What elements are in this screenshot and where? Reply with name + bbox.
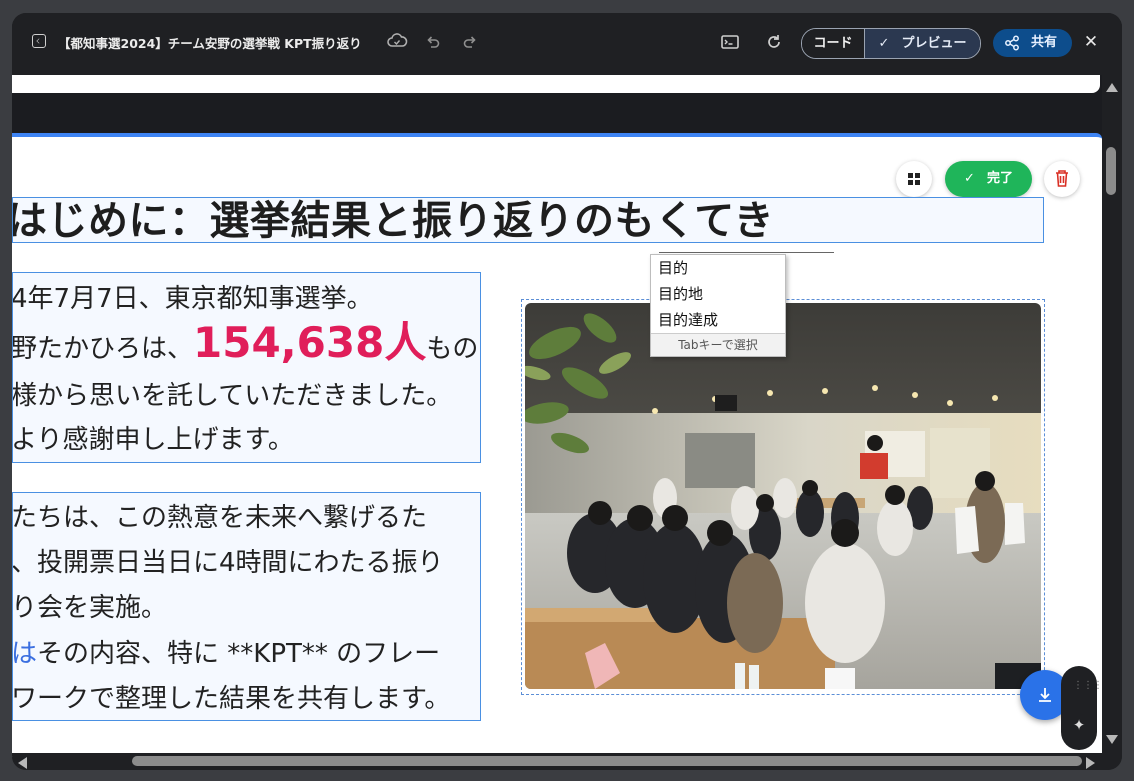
p1-line-4: より感謝申し上げます。 xyxy=(12,425,294,455)
heading-box[interactable]: はじめに：選挙結果と振り返りのもくてき xyxy=(12,197,1044,243)
horizontal-scrollbar[interactable] xyxy=(12,753,1102,770)
autocomplete-option[interactable]: 目的 xyxy=(651,255,785,281)
tab-code[interactable]: コード xyxy=(802,29,864,58)
document-title: 【都知事選2024】チーム安野の選挙戦 KPT振り返り xyxy=(58,36,362,51)
close-icon[interactable]: ✕ xyxy=(1081,30,1101,54)
p2-line-4a: は xyxy=(12,639,38,669)
redo-icon[interactable] xyxy=(459,31,481,53)
p2-line-1: たちは、この熱意を未来へ繋げるた xyxy=(12,503,428,533)
autocomplete-option[interactable]: 目的達成 xyxy=(651,307,785,333)
share-button[interactable]: 共有 xyxy=(993,29,1072,57)
autocomplete-popup: 目的 目的地 目的達成 Tabキーで選択 xyxy=(650,254,786,357)
horizontal-scroll-thumb[interactable] xyxy=(132,756,1082,766)
p2-line-4: はその内容、特に **KPT** のフレー xyxy=(12,637,441,671)
p1-line-1: 4年7月7日、東京都知事選挙。 xyxy=(12,284,373,314)
trash-icon[interactable] xyxy=(1044,161,1080,197)
p2-line-2: 、投開票日当日に4時間にわたる振り xyxy=(12,548,444,578)
scroll-left-icon[interactable] xyxy=(18,757,27,769)
grid-icon[interactable] xyxy=(896,161,932,197)
slide-heading[interactable]: はじめに：選挙結果と振り返りのもくてき xyxy=(13,198,774,242)
cloud-sync-icon[interactable] xyxy=(386,31,408,53)
scroll-up-icon[interactable] xyxy=(1106,83,1118,92)
undo-icon[interactable] xyxy=(422,31,444,53)
p2-line-4b: その内容、特に **KPT** のフレー xyxy=(37,639,441,669)
refresh-icon[interactable] xyxy=(763,31,785,53)
share-icon xyxy=(1005,35,1019,51)
paragraph-box-2[interactable]: たちは、この熱意を未来へ繋げるた 、投開票日当日に4時間にわたる振り り会を実施… xyxy=(12,492,481,721)
p1-line-2: 野たかひろは、154,638人もの xyxy=(12,322,479,366)
drag-handle-icon[interactable]: ⋮⋮⋮ xyxy=(1073,681,1102,691)
slide-page: ✓ 完了 はじめに：選挙結果と振り返りのもくてき 4年7月7日、東京都知事選挙。 … xyxy=(12,133,1102,757)
vertical-scrollbar[interactable] xyxy=(1102,75,1122,770)
app-window: 【都知事選2024】チーム安野の選挙戦 KPT振り返り コード ✓ プレビュー xyxy=(12,13,1122,770)
done-label: 完了 xyxy=(986,171,1013,186)
header-bar: 【都知事選2024】チーム安野の選挙戦 KPT振り返り コード ✓ プレビュー xyxy=(12,13,1122,75)
autocomplete-option[interactable]: 目的地 xyxy=(651,281,785,307)
preview-area: ✓ 完了 はじめに：選挙結果と振り返りのもくてき 4年7月7日、東京都知事選挙。 … xyxy=(12,75,1102,757)
scroll-down-icon[interactable] xyxy=(1106,735,1118,744)
view-toggle: コード ✓ プレビュー xyxy=(801,28,981,59)
vertical-scroll-thumb[interactable] xyxy=(1106,147,1116,195)
previous-slide-edge xyxy=(12,75,1100,93)
scroll-right-icon[interactable] xyxy=(1086,757,1095,769)
text-caret-underline xyxy=(659,252,834,253)
p1-line-2a: 野たかひろは、 xyxy=(12,334,194,364)
paragraph-box-1[interactable]: 4年7月7日、東京都知事選挙。 野たかひろは、154,638人もの 様から思いを… xyxy=(12,272,481,463)
tab-preview[interactable]: ✓ プレビュー xyxy=(864,29,980,58)
tab-preview-label: プレビュー xyxy=(901,36,967,51)
supporter-count: 154,638人 xyxy=(193,318,427,367)
p2-line-3: り会を実施。 xyxy=(12,593,168,623)
p2-line-5: ワークで整理した結果を共有します。 xyxy=(12,684,451,714)
team-photo[interactable] xyxy=(525,303,1041,689)
p1-line-3: 様から思いを託していただきました。 xyxy=(12,381,453,411)
autocomplete-hint: Tabキーで選択 xyxy=(651,333,785,356)
terminal-icon[interactable] xyxy=(719,31,741,53)
p1-line-2b: もの xyxy=(426,334,479,364)
done-button[interactable]: ✓ 完了 xyxy=(945,161,1032,197)
download-icon xyxy=(1039,688,1051,702)
sparkle-icon[interactable]: ✦ xyxy=(1070,716,1088,734)
check-icon: ✓ xyxy=(878,36,890,51)
share-label: 共有 xyxy=(1031,35,1058,50)
doc-icon xyxy=(32,34,46,48)
floating-tool-panel: ⋮⋮⋮ ✦ xyxy=(1061,666,1102,750)
check-icon: ✓ xyxy=(964,171,975,186)
